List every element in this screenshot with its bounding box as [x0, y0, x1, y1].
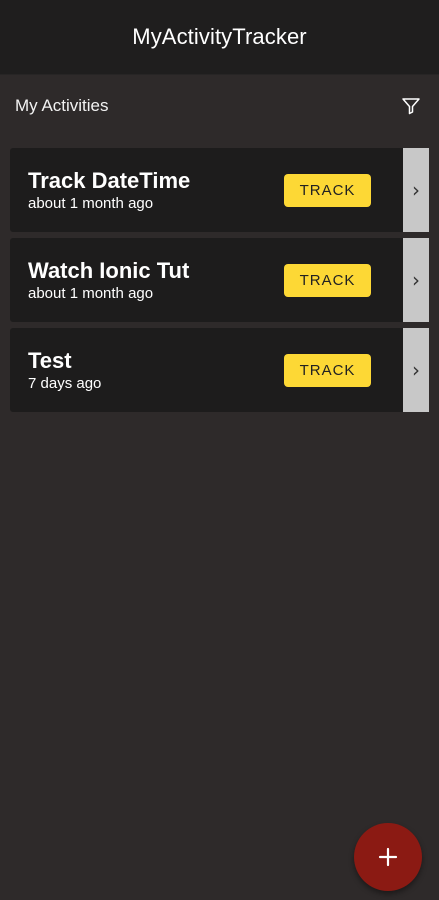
track-button[interactable]: TRACK [284, 174, 371, 207]
activity-card[interactable]: Watch Ionic Tut about 1 month ago TRACK … [10, 238, 429, 322]
activity-detail-button[interactable]: › [403, 238, 429, 322]
filter-button[interactable] [399, 94, 423, 118]
filter-icon [402, 98, 420, 115]
chevron-right-icon: › [412, 268, 420, 292]
app-title: MyActivityTracker [132, 24, 307, 49]
activity-detail-button[interactable]: › [403, 328, 429, 412]
activity-detail-button[interactable]: › [403, 148, 429, 232]
section-header: My Activities [0, 75, 439, 137]
toolbar: MyActivityTracker [0, 0, 439, 75]
track-button[interactable]: TRACK [284, 354, 371, 387]
activity-list: Track DateTime about 1 month ago TRACK ›… [0, 137, 439, 412]
plus-icon [378, 847, 398, 867]
activity-card[interactable]: Test 7 days ago TRACK › [10, 328, 429, 412]
activity-card[interactable]: Track DateTime about 1 month ago TRACK › [10, 148, 429, 232]
add-activity-button[interactable] [354, 823, 422, 891]
chevron-right-icon: › [412, 358, 420, 382]
app-root: MyActivityTracker My Activities Track Da… [0, 0, 439, 900]
track-button[interactable]: TRACK [284, 264, 371, 297]
chevron-right-icon: › [412, 178, 420, 202]
section-title: My Activities [15, 96, 109, 115]
